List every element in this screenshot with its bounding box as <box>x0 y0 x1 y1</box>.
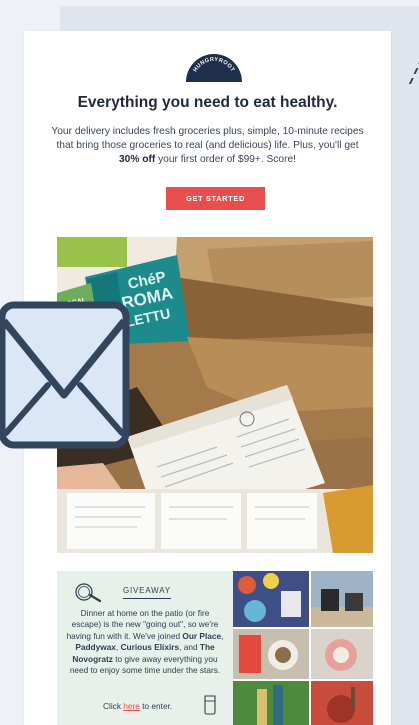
partner-our-place: Our Place <box>182 630 222 641</box>
collage-photo-plates <box>311 629 373 679</box>
giveaway-title: GIVEAWAY <box>123 586 171 595</box>
get-started-button[interactable]: GET STARTED <box>166 187 265 210</box>
collage-photo-patio-chairs <box>311 571 373 627</box>
body-text-part-1: Your delivery includes fresh groceries p… <box>51 126 364 151</box>
giveaway-section: GIVEAWAY Dinner at home on the patio (or… <box>57 571 233 725</box>
body-text: Your delivery includes fresh groceries p… <box>50 125 365 167</box>
enter-giveaway-link[interactable]: here <box>123 701 140 711</box>
collage-photo-bottles <box>233 681 309 725</box>
click-prefix: Click <box>103 701 124 711</box>
giveaway-photo-collage <box>233 571 373 725</box>
discount-highlight: 30% off <box>119 154 156 165</box>
collage-photo-products <box>233 571 309 627</box>
giveaway-text: Dinner at home on the patio (or fire esc… <box>65 608 225 676</box>
giveaway-cta: Click here to enter. <box>103 701 172 711</box>
mail-envelope-icon <box>0 301 130 449</box>
giveaway-divider <box>123 598 171 599</box>
separator: , and <box>179 642 200 653</box>
glass-icon <box>204 695 216 715</box>
collage-photo-table-setting <box>233 629 309 679</box>
separator: , <box>221 630 224 641</box>
headline: Everything you need to eat healthy. <box>77 94 338 111</box>
body-text-part-2: your first order of $99+. Score! <box>155 154 296 165</box>
collage-photo-cookware <box>311 681 373 725</box>
partner-paddywax: Paddywax <box>75 642 116 653</box>
click-suffix: to enter. <box>139 701 173 711</box>
hungryroot-logo[interactable]: HUNGRYROOT <box>181 51 247 83</box>
frying-pan-icon <box>75 583 101 603</box>
partner-curious-elixirs: Curious Elixirs <box>120 642 180 653</box>
